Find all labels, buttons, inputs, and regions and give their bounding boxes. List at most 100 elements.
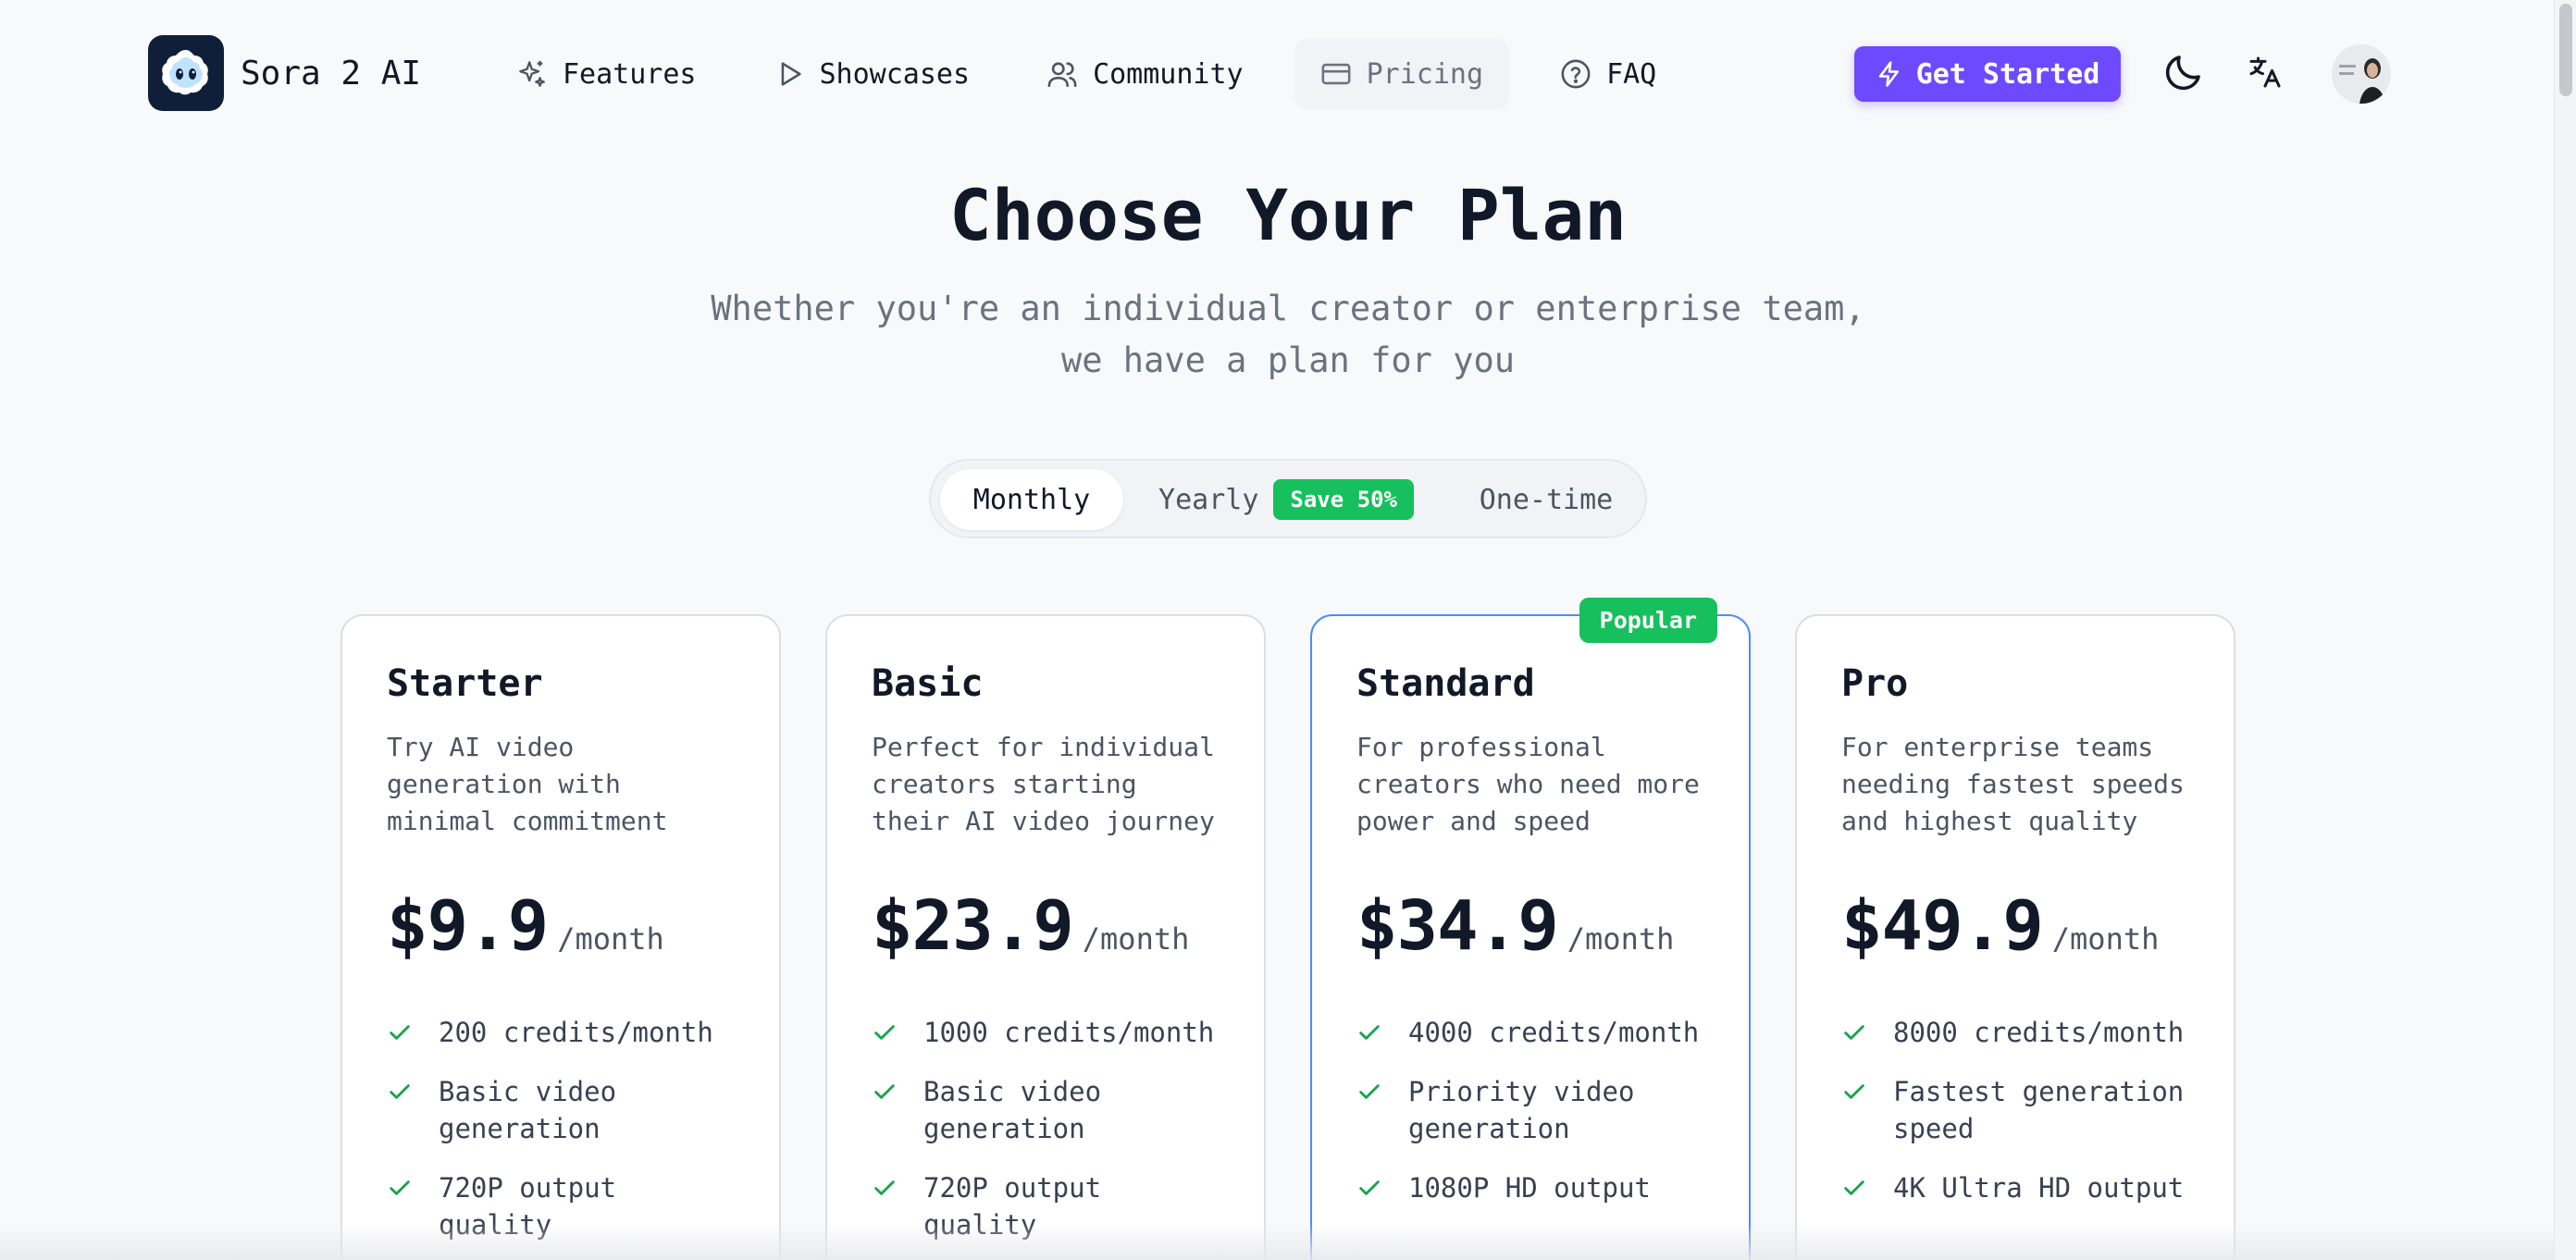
feature-item: Basic video generation xyxy=(872,1073,1220,1147)
billing-yearly-label: Yearly xyxy=(1158,483,1259,516)
page: Sora 2 AI Features Showcases Community P… xyxy=(0,0,2576,1260)
brand-logo[interactable]: Sora 2 AI xyxy=(148,35,421,111)
vertical-scrollbar[interactable] xyxy=(2554,0,2576,1260)
nav-features-label: Features xyxy=(563,57,697,91)
nav-community[interactable]: Community xyxy=(1021,39,1269,109)
check-icon xyxy=(1844,1180,1864,1195)
credit-card-icon xyxy=(1321,63,1351,85)
get-started-label: Get Started xyxy=(1915,57,2100,91)
plan-period: /month xyxy=(2051,921,2160,957)
check-icon xyxy=(874,1084,895,1099)
check-icon xyxy=(1359,1025,1380,1040)
feature-item: 4K Ultra HD output xyxy=(1841,1169,2189,1206)
nav-features[interactable]: Features xyxy=(490,39,723,109)
check-icon xyxy=(1359,1180,1380,1195)
plan-description: Perfect for individual creators starting… xyxy=(872,732,1215,836)
check-icon xyxy=(1359,1084,1380,1099)
billing-onetime-tab[interactable]: One-time xyxy=(1458,469,1634,530)
feature-text: Priority video generation xyxy=(1408,1076,1635,1144)
feature-item: Fastest generation speed xyxy=(1841,1073,2189,1147)
bottom-fade xyxy=(0,1223,2554,1260)
billing-yearly-tab[interactable]: Yearly Save 50% xyxy=(1138,469,1434,530)
feature-text: 4K Ultra HD output xyxy=(1893,1172,2185,1204)
theme-toggle-button[interactable] xyxy=(2161,50,2206,94)
plan-card-pro: Pro For enterprise teams needing fastest… xyxy=(1795,614,2235,1260)
billing-monthly-tab[interactable]: Monthly xyxy=(940,469,1123,530)
feature-list: 4000 credits/month Priority video genera… xyxy=(1356,1014,1704,1206)
plan-description: For enterprise teams needing fastest spe… xyxy=(1841,732,2185,836)
moon-icon xyxy=(2165,56,2200,91)
feature-item: 200 credits/month xyxy=(387,1014,735,1051)
feature-text: Basic video generation xyxy=(439,1076,617,1144)
billing-onetime-label: One-time xyxy=(1479,483,1614,516)
translate-icon xyxy=(2249,56,2281,88)
main-nav: Features Showcases Community Pricing FAQ xyxy=(490,39,1707,109)
feature-text: 1000 credits/month xyxy=(923,1017,1215,1048)
plan-description: Try AI video generation with minimal com… xyxy=(387,732,668,836)
lightning-icon xyxy=(1878,61,1899,87)
plan-price: $9.9 xyxy=(387,886,549,966)
feature-text: 4000 credits/month xyxy=(1408,1017,1700,1048)
feature-list: 1000 credits/month Basic video generatio… xyxy=(872,1014,1220,1243)
nav-pricing-label: Pricing xyxy=(1366,57,1484,91)
plan-description: For professional creators who need more … xyxy=(1356,732,1700,836)
check-icon xyxy=(390,1084,410,1099)
nav-showcases[interactable]: Showcases xyxy=(748,39,997,109)
price-row: $9.9 /month xyxy=(387,886,735,966)
price-row: $34.9 /month xyxy=(1356,886,1704,966)
plan-period: /month xyxy=(557,921,664,957)
check-icon xyxy=(1844,1025,1864,1040)
help-circle-icon xyxy=(1561,59,1591,89)
feature-text: Fastest generation speed xyxy=(1893,1076,2185,1144)
save-badge: Save 50% xyxy=(1273,479,1414,520)
popular-badge: Popular xyxy=(1579,598,1717,643)
nav-faq[interactable]: FAQ xyxy=(1534,39,1682,109)
feature-text: 8000 credits/month xyxy=(1893,1017,2185,1048)
feature-text: 200 credits/month xyxy=(439,1017,713,1048)
play-icon xyxy=(781,62,801,86)
check-icon xyxy=(390,1025,410,1040)
check-icon xyxy=(390,1180,410,1195)
feature-item: 1080P HD output xyxy=(1356,1169,1704,1206)
page-subtitle: Whether you're an individual creator or … xyxy=(711,289,1865,380)
billing-toggle: Monthly Yearly Save 50% One-time xyxy=(929,459,1647,538)
logo-icon xyxy=(148,35,224,111)
plan-card-standard: Popular Standard For professional creato… xyxy=(1310,598,1751,1260)
price-row: $23.9 /month xyxy=(872,886,1220,966)
plan-name: Basic xyxy=(872,662,984,705)
feature-text: 1080P HD output xyxy=(1408,1172,1651,1204)
nav-showcases-label: Showcases xyxy=(819,57,971,91)
plan-name: Pro xyxy=(1841,662,1909,705)
user-avatar[interactable] xyxy=(2332,44,2391,104)
get-started-button[interactable]: Get Started xyxy=(1854,46,2121,102)
nav-faq-label: FAQ xyxy=(1606,57,1657,91)
feature-item: Basic video generation xyxy=(387,1073,735,1147)
feature-item: 1000 credits/month xyxy=(872,1014,1220,1051)
language-button[interactable] xyxy=(2247,54,2284,91)
page-title: Choose Your Plan xyxy=(948,174,1628,256)
feature-item: 8000 credits/month xyxy=(1841,1014,2189,1051)
plan-name: Standard xyxy=(1356,662,1535,705)
plan-price: $34.9 xyxy=(1356,886,1559,966)
billing-monthly-label: Monthly xyxy=(972,483,1091,516)
check-icon xyxy=(1844,1084,1864,1099)
feature-item: Priority video generation xyxy=(1356,1073,1704,1147)
plan-price: $49.9 xyxy=(1841,886,2044,966)
plan-card-starter: Starter Try AI video generation with min… xyxy=(341,614,781,1260)
plan-period: /month xyxy=(1082,921,1190,957)
brand-name: Sora 2 AI xyxy=(241,54,422,93)
nav-community-label: Community xyxy=(1093,57,1244,91)
price-row: $49.9 /month xyxy=(1841,886,2189,966)
nav-pricing[interactable]: Pricing xyxy=(1294,39,1510,109)
check-icon xyxy=(874,1180,895,1195)
scrollbar-thumb[interactable] xyxy=(2559,4,2572,96)
plan-price: $23.9 xyxy=(872,886,1074,966)
feature-item: 4000 credits/month xyxy=(1356,1014,1704,1051)
feature-list: 8000 credits/month Fastest generation sp… xyxy=(1841,1014,2189,1206)
top-navbar: Sora 2 AI Features Showcases Community P… xyxy=(0,0,2554,148)
check-icon xyxy=(874,1025,895,1040)
plan-name: Starter xyxy=(387,662,543,705)
plan-period: /month xyxy=(1567,921,1675,957)
plan-card-basic: Basic Perfect for individual creators st… xyxy=(825,614,1266,1260)
feature-text: Basic video generation xyxy=(923,1076,1102,1144)
